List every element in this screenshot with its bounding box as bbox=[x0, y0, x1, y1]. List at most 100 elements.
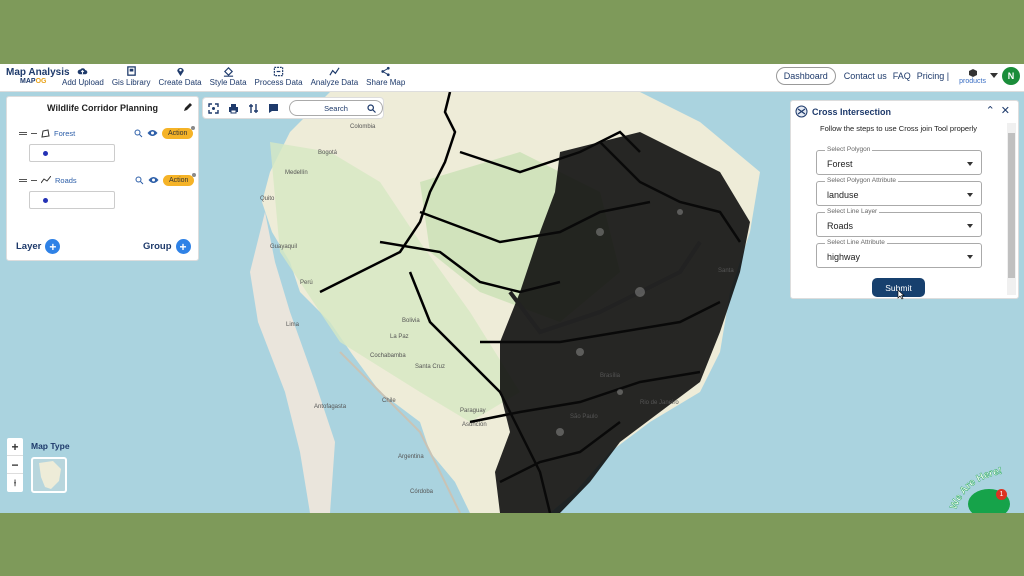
nav-label: Process Data bbox=[254, 78, 303, 87]
map-type-thumbnail[interactable] bbox=[31, 457, 67, 493]
analyze-icon bbox=[329, 67, 340, 76]
map-label: São Paulo bbox=[570, 414, 598, 420]
field-value: Roads bbox=[827, 221, 854, 231]
select-line-layer[interactable]: Select Line Layer Roads bbox=[816, 208, 982, 237]
field-label: Select Line Attribute bbox=[825, 239, 887, 246]
panel-description: Follow the steps to use Cross join Tool … bbox=[819, 124, 978, 133]
layer-panel: Wildlife Corridor Planning Forest Action… bbox=[6, 96, 199, 261]
map-label: Guayaquil bbox=[270, 244, 297, 250]
map-label: Córdoba bbox=[410, 489, 434, 495]
share-icon bbox=[381, 66, 390, 77]
paint-bucket-icon bbox=[223, 66, 233, 77]
faq-link[interactable]: FAQ bbox=[893, 71, 911, 81]
search-input[interactable]: Search bbox=[289, 100, 383, 116]
map-label: Quito bbox=[260, 196, 275, 202]
drag-handle-icon[interactable] bbox=[19, 178, 27, 182]
layer-name: Forest bbox=[54, 128, 76, 138]
zoom-control: + − ⍿ bbox=[7, 438, 23, 492]
products-menu[interactable]: products bbox=[959, 68, 986, 85]
map-label: Bogotá bbox=[318, 150, 338, 156]
close-icon[interactable]: ✕ bbox=[1001, 104, 1010, 117]
map-type-label: Map Type bbox=[31, 441, 70, 451]
print-icon[interactable] bbox=[228, 103, 239, 114]
select-polygon-attribute[interactable]: Select Polygon Attribute landuse bbox=[816, 177, 982, 206]
pencil-icon[interactable] bbox=[183, 102, 193, 112]
avatar[interactable]: N bbox=[1002, 67, 1020, 85]
scrollbar[interactable] bbox=[1007, 123, 1016, 295]
mouse-pointer-icon bbox=[897, 289, 905, 300]
project-title: Wildlife Corridor Planning bbox=[47, 103, 158, 113]
right-nav: Dashboard Contact us FAQ Pricing | produ… bbox=[775, 67, 1020, 85]
nav-label: Analyze Data bbox=[310, 78, 359, 87]
dash-icon bbox=[31, 132, 37, 134]
app-title: Map Analysis bbox=[6, 67, 70, 78]
nav-style-data[interactable]: Style Data bbox=[210, 66, 247, 87]
brand-logo[interactable]: Map Analysis MAPOG bbox=[6, 67, 70, 85]
panel-title: Cross Intersection bbox=[812, 106, 892, 117]
cross-intersection-icon bbox=[795, 105, 808, 118]
nav-create-data[interactable]: Create Data bbox=[159, 66, 202, 87]
map-label: Perú bbox=[300, 280, 313, 286]
add-group-button[interactable]: + bbox=[175, 239, 191, 254]
chevron-down-icon[interactable] bbox=[990, 73, 998, 79]
panel-header: Cross Intersection bbox=[795, 105, 891, 118]
scrollbar-thumb[interactable] bbox=[1008, 133, 1015, 278]
top-navbar: Map Analysis MAPOG Add Upload Gis Librar… bbox=[0, 64, 1024, 92]
add-group-label: Group bbox=[143, 241, 172, 252]
zoom-out-button[interactable]: − bbox=[7, 456, 23, 474]
collapse-icon[interactable]: ⌃ bbox=[986, 104, 995, 117]
add-group[interactable]: Group + bbox=[143, 239, 191, 254]
map-label: La Paz bbox=[390, 334, 409, 340]
polygon-icon bbox=[41, 128, 50, 138]
action-button[interactable]: Action bbox=[162, 125, 196, 139]
search-icon[interactable] bbox=[367, 104, 376, 113]
map-label: Rio de Janeiro bbox=[640, 400, 679, 406]
nav-analyze-data[interactable]: Analyze Data bbox=[310, 66, 359, 87]
add-layer-button[interactable]: + bbox=[45, 239, 61, 254]
layer-item-forest[interactable]: Forest Action bbox=[19, 125, 197, 140]
legend-swatch[interactable] bbox=[29, 144, 115, 162]
nav-label: Style Data bbox=[209, 78, 247, 87]
caret-down-icon bbox=[967, 224, 973, 228]
select-polygon[interactable]: Select Polygon Forest bbox=[816, 146, 982, 175]
nav-share-map[interactable]: Share Map bbox=[366, 66, 405, 87]
measure-icon[interactable] bbox=[248, 103, 259, 114]
nav-process-data[interactable]: Process Data bbox=[255, 66, 303, 87]
reset-north-button[interactable]: ⍿ bbox=[7, 474, 23, 492]
eye-icon[interactable] bbox=[148, 176, 159, 184]
map-pin-icon bbox=[176, 67, 184, 77]
legend-dot bbox=[43, 151, 48, 156]
eye-icon[interactable] bbox=[147, 129, 158, 137]
zoom-icon[interactable] bbox=[135, 176, 144, 185]
map-thumbnail-icon bbox=[39, 461, 61, 489]
legend-dot bbox=[43, 198, 48, 203]
map-label: Santa Cruz bbox=[415, 364, 445, 370]
cloud-upload-icon bbox=[78, 68, 88, 75]
dashboard-button[interactable]: Dashboard bbox=[775, 67, 836, 85]
add-layer[interactable]: Layer + bbox=[16, 239, 61, 254]
fullscreen-icon[interactable] bbox=[208, 102, 219, 114]
map-label: Lima bbox=[286, 322, 300, 328]
contact-link[interactable]: Contact us bbox=[844, 71, 887, 81]
select-line-attribute[interactable]: Select Line Attribute highway bbox=[816, 239, 982, 268]
field-label: Select Polygon bbox=[825, 146, 873, 153]
panel-controls: ⌃ ✕ bbox=[980, 104, 1010, 117]
comment-icon[interactable] bbox=[268, 103, 279, 114]
action-button[interactable]: Action bbox=[163, 172, 197, 186]
map-label: Colombia bbox=[350, 124, 376, 130]
field-value: landuse bbox=[827, 190, 859, 200]
map-label: Paraguay bbox=[460, 408, 486, 414]
drag-handle-icon[interactable] bbox=[19, 131, 27, 135]
layer-item-roads[interactable]: Roads Action bbox=[19, 172, 197, 187]
nav-add-upload[interactable]: Add Upload bbox=[62, 66, 104, 87]
search-placeholder: Search bbox=[324, 103, 348, 113]
map-label: Antofagasta bbox=[314, 404, 347, 410]
library-icon bbox=[126, 66, 136, 76]
legend-swatch[interactable] bbox=[29, 191, 115, 209]
zoom-icon[interactable] bbox=[134, 129, 143, 138]
pricing-link[interactable]: Pricing | bbox=[917, 71, 949, 81]
nav-label: Gis Library bbox=[111, 78, 151, 87]
caret-down-icon bbox=[967, 255, 973, 259]
zoom-in-button[interactable]: + bbox=[7, 438, 23, 456]
nav-gis-library[interactable]: Gis Library bbox=[112, 66, 151, 87]
